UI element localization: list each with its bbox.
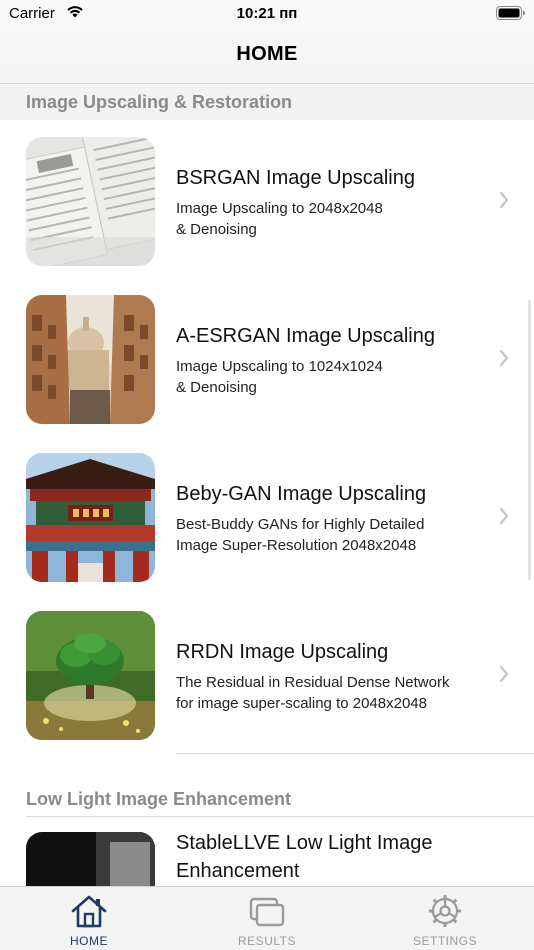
- status-bar: Carrier 10:21 пп: [0, 0, 534, 30]
- tab-label: SETTINGS: [412, 934, 477, 948]
- house-icon: [71, 895, 107, 928]
- tab-results[interactable]: RESULTS: [178, 887, 356, 950]
- list-item-rrdn[interactable]: RRDN Image Upscaling The Residual in Res…: [0, 595, 534, 753]
- tree-glass-thumbnail: [26, 611, 155, 740]
- battery-icon: [496, 6, 526, 21]
- row-subtitle: Image Upscaling to 1024x1024 & Denoising: [176, 358, 383, 396]
- row-subtitle: The Residual in Residual Dense Network f…: [176, 674, 450, 712]
- list-item-stablellve[interactable]: StableLLVE Low Light Image Enhancement: [0, 817, 534, 886]
- list-item-bsrgan[interactable]: BSRGAN Image Upscaling Image Upscaling t…: [0, 121, 534, 279]
- stacked-windows-icon: [249, 897, 285, 927]
- row-title: RRDN Image Upscaling: [176, 641, 389, 663]
- section-header-upscaling: Image Upscaling & Restoration: [0, 84, 534, 120]
- chevron-right-icon: [498, 507, 510, 525]
- section-header-label: Image Upscaling & Restoration: [26, 92, 293, 112]
- gear-icon: [429, 895, 461, 927]
- row-title: BSRGAN Image Upscaling: [176, 167, 415, 189]
- section-header-label: Low Light Image Enhancement: [26, 789, 292, 809]
- scroll-indicator[interactable]: [528, 300, 531, 580]
- list-item-bebygan[interactable]: Beby-GAN Image Upscaling Best-Buddy GANs…: [0, 437, 534, 595]
- page-title: HOME: [236, 43, 298, 65]
- street-dome-thumbnail: [26, 295, 155, 424]
- row-subtitle: Image Upscaling to 2048x2048 & Denoising: [176, 200, 383, 238]
- section-header-low-light: Low Light Image Enhancement: [0, 781, 534, 817]
- newspaper-thumbnail: [26, 137, 155, 266]
- tab-home[interactable]: HOME: [0, 887, 178, 950]
- divider: [176, 753, 534, 754]
- chevron-right-icon: [498, 349, 510, 367]
- row-title: StableLLVE Low Light Image Enhancement: [176, 832, 433, 882]
- row-subtitle: Best-Buddy GANs for Highly Detailed Imag…: [176, 516, 425, 554]
- chevron-right-icon: [498, 191, 510, 209]
- row-title: Beby-GAN Image Upscaling: [176, 483, 427, 505]
- tab-label: HOME: [70, 934, 108, 948]
- tab-bar: HOME RESULTS SETTINGS: [0, 886, 534, 950]
- tab-settings[interactable]: SETTINGS: [356, 887, 534, 950]
- tab-label: RESULTS: [238, 934, 296, 948]
- row-title: A-ESRGAN Image Upscaling: [176, 325, 435, 347]
- clock: 10:21 пп: [236, 5, 298, 22]
- navigation-bar: Carrier 10:21 пп HOME: [0, 0, 534, 84]
- list-item-aesrgan[interactable]: A-ESRGAN Image Upscaling Image Upscaling…: [0, 279, 534, 437]
- chinese-gate-thumbnail: [26, 453, 155, 582]
- chevron-right-icon: [498, 665, 510, 683]
- dark-window-thumbnail: [26, 832, 155, 886]
